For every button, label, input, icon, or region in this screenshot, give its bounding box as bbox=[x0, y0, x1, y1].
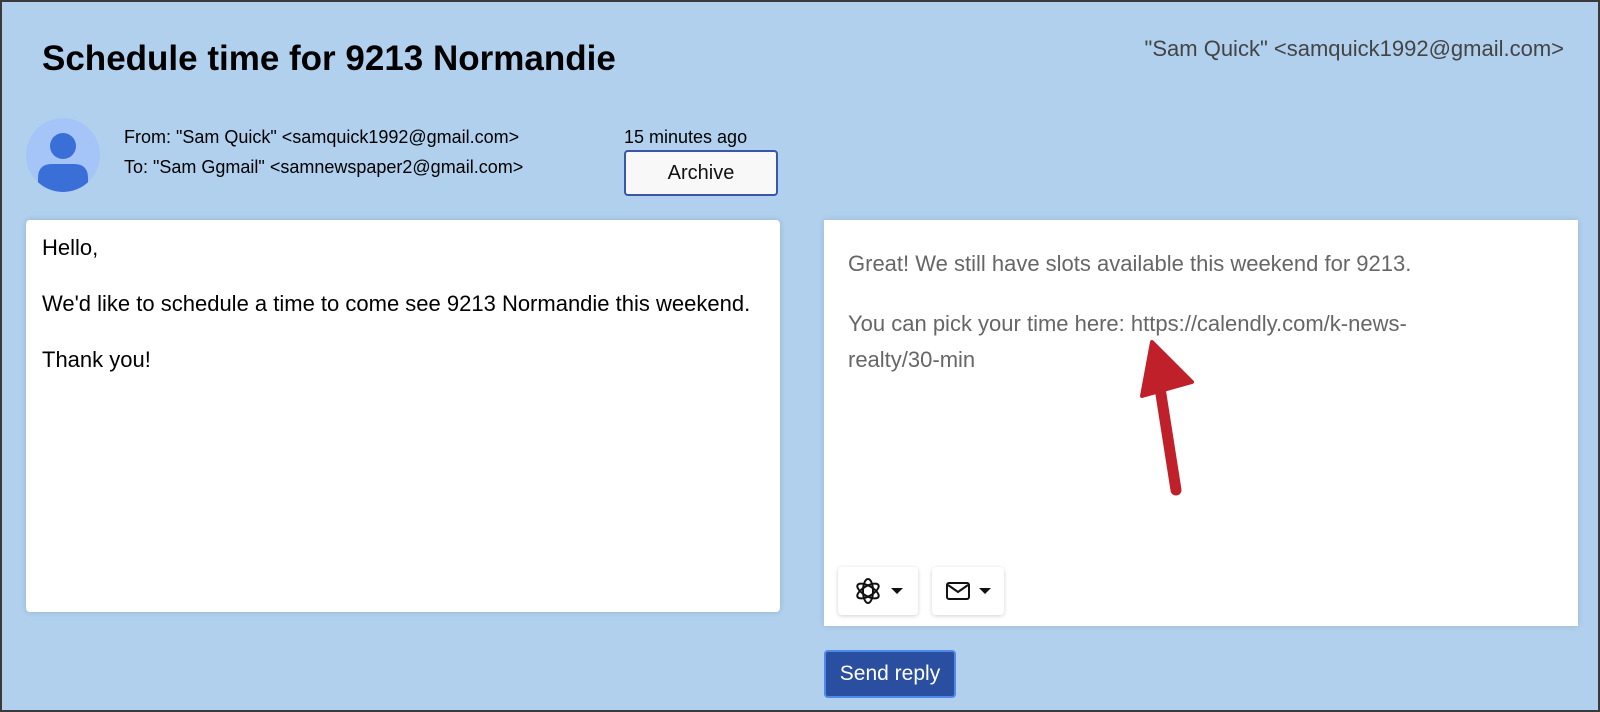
sender-avatar bbox=[26, 118, 100, 192]
email-timestamp: 15 minutes ago bbox=[624, 127, 748, 147]
to-line: To: "Sam Ggmail" <samnewspaper2@gmail.co… bbox=[124, 157, 524, 177]
body-message: We'd like to schedule a time to come see… bbox=[42, 291, 751, 316]
email-window: Schedule time for 9213 Normandie "Sam Qu… bbox=[0, 0, 1600, 712]
reply-line-availability: Great! We still have slots available thi… bbox=[848, 251, 1412, 276]
annotation-arrow-icon bbox=[1140, 340, 1194, 496]
archive-button[interactable]: Archive bbox=[624, 150, 778, 196]
ai-assist-dropdown[interactable] bbox=[838, 567, 918, 615]
chevron-down-icon bbox=[891, 588, 903, 594]
account-label: "Sam Quick" <samquick1992@gmail.com> bbox=[1144, 36, 1564, 61]
body-signoff: Thank you! bbox=[42, 347, 151, 372]
envelope-icon bbox=[946, 582, 970, 600]
reply-editor[interactable]: Great! We still have slots available thi… bbox=[824, 220, 1578, 626]
chevron-down-icon bbox=[979, 588, 991, 594]
email-body: Hello, We'd like to schedule a time to c… bbox=[26, 220, 780, 612]
person-icon bbox=[38, 133, 88, 192]
email-meta: From: "Sam Quick" <samquick1992@gmail.co… bbox=[124, 122, 523, 182]
send-reply-button[interactable]: Send reply bbox=[824, 650, 956, 698]
body-greeting: Hello, bbox=[42, 235, 99, 260]
openai-icon bbox=[856, 578, 880, 604]
mail-options-dropdown[interactable] bbox=[932, 567, 1004, 615]
from-line: From: "Sam Quick" <samquick1992@gmail.co… bbox=[124, 127, 520, 147]
email-subject: Schedule time for 9213 Normandie bbox=[42, 39, 616, 78]
